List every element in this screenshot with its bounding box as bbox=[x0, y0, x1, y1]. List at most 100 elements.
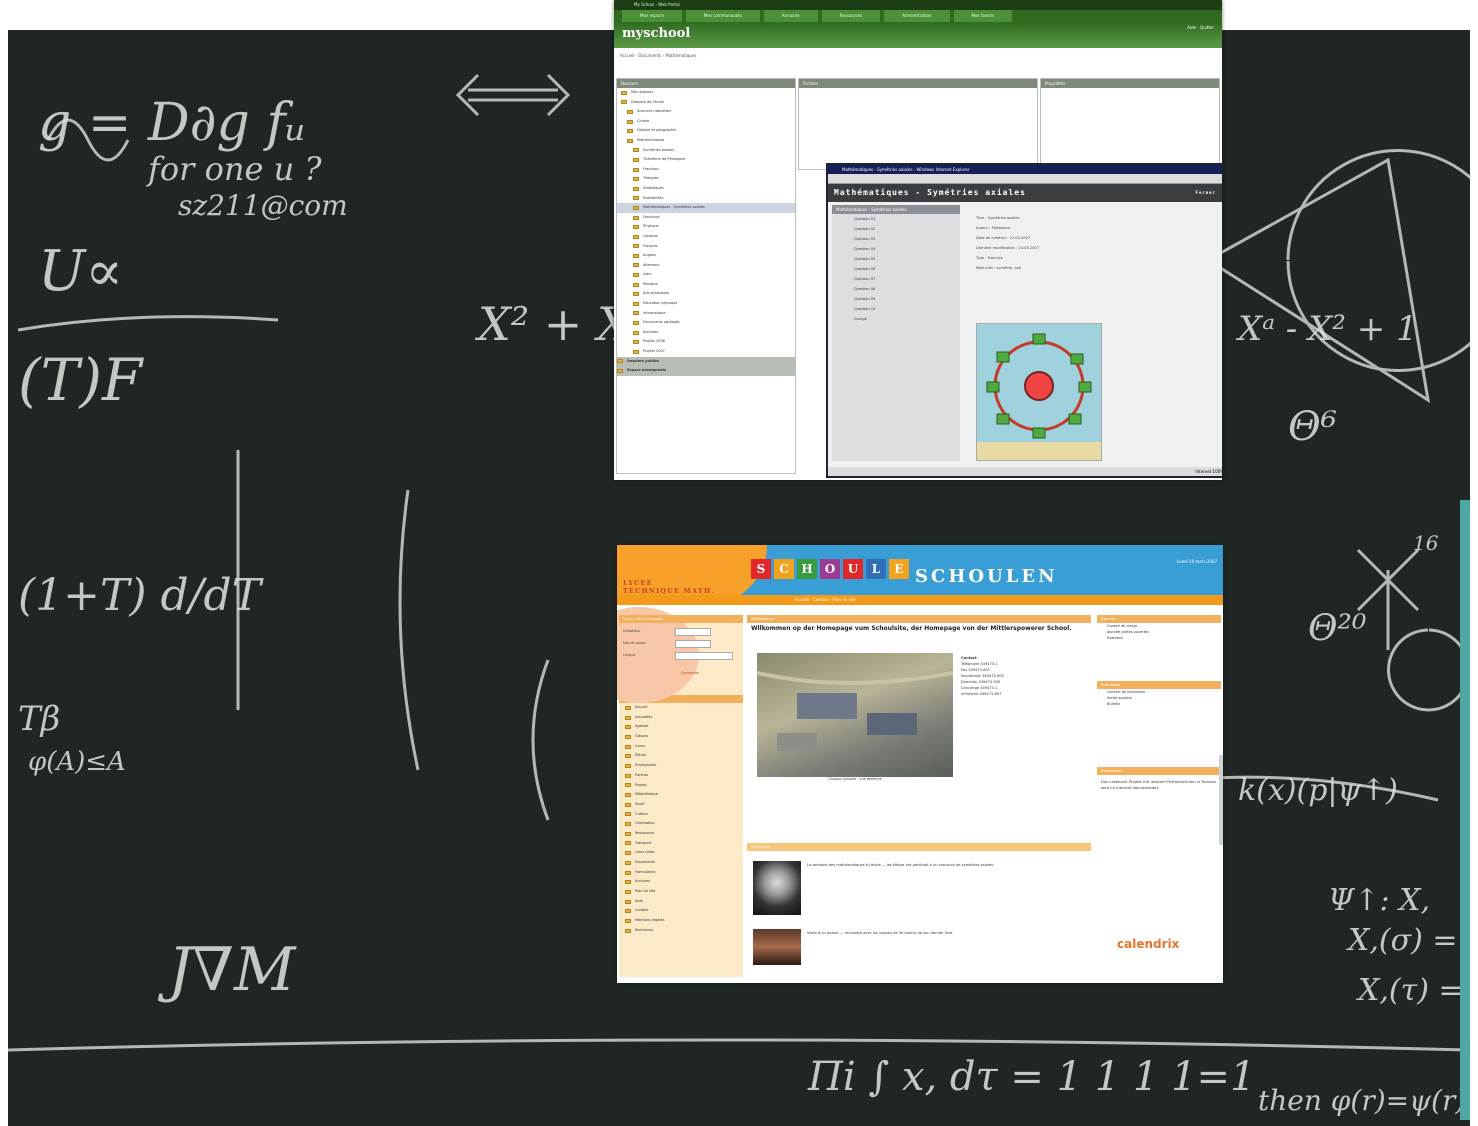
tree-item[interactable]: Français bbox=[617, 242, 795, 252]
tree-item[interactable]: Musique bbox=[617, 280, 795, 290]
tree-item[interactable]: Langues bbox=[617, 232, 795, 242]
user-links[interactable]: Aide · Quitter bbox=[1187, 25, 1214, 30]
chalk-paren bbox=[531, 659, 550, 821]
tree-item[interactable]: Informatique bbox=[617, 309, 795, 319]
tree-item[interactable]: Théorème de Pythagore bbox=[617, 155, 795, 165]
nav-item-label: Aide bbox=[635, 898, 643, 903]
nav-item[interactable]: Archives bbox=[619, 877, 743, 887]
tree-item[interactable]: Allemand bbox=[617, 261, 795, 271]
tree-item[interactable]: Dossiers de l'école bbox=[617, 98, 795, 108]
nav-item[interactable]: Agenda bbox=[619, 722, 743, 732]
nav-item[interactable]: Orientation bbox=[619, 819, 743, 829]
popup-close-button[interactable]: Fermer bbox=[1196, 184, 1222, 202]
nav-item[interactable]: Mentions légales bbox=[619, 916, 743, 926]
list-header: Mathématiques - Symétries axiales bbox=[832, 205, 960, 214]
tree-item[interactable]: Physique bbox=[617, 222, 795, 232]
tree-item[interactable]: Mathématiques - Symétries axiales bbox=[617, 203, 795, 213]
tree-item[interactable]: Mes dossiers bbox=[617, 88, 795, 98]
nav-item[interactable]: Cours bbox=[619, 742, 743, 752]
tree-item-label: Éducation physique bbox=[643, 301, 678, 306]
question-item[interactable]: Question 01 bbox=[832, 214, 960, 224]
nav-item[interactable]: Formulaires bbox=[619, 868, 743, 878]
scrollbar[interactable] bbox=[1219, 755, 1223, 845]
question-item[interactable]: Question 05 bbox=[832, 254, 960, 264]
tree-item[interactable]: Arts plastiques bbox=[617, 289, 795, 299]
tree-item[interactable]: Statistiques bbox=[617, 184, 795, 194]
news-item[interactable]: Visite d'un auteur — rencontre avec les … bbox=[807, 931, 1087, 937]
tree-item[interactable]: Projets 2007 bbox=[617, 347, 795, 357]
tree-group[interactable]: Dossiers publics bbox=[617, 356, 795, 367]
myschool-logo[interactable]: myschool bbox=[622, 26, 690, 41]
tree-item[interactable]: Anglais bbox=[617, 251, 795, 261]
address-bar[interactable] bbox=[828, 174, 1222, 184]
question-item[interactable]: Question 07 bbox=[832, 274, 960, 284]
nav-item[interactable]: Contact bbox=[619, 906, 743, 916]
question-item[interactable]: Question 02 bbox=[832, 224, 960, 234]
nav-item[interactable]: Restaurant bbox=[619, 829, 743, 839]
tree-item[interactable]: Triangles bbox=[617, 174, 795, 184]
nav-item[interactable]: Classes bbox=[619, 732, 743, 742]
formula: k(x)(p|ψ↑) bbox=[1238, 773, 1398, 808]
nav-item[interactable]: Transport bbox=[619, 839, 743, 849]
nav-item[interactable]: Recherche bbox=[619, 926, 743, 936]
nav-item[interactable]: Accueil bbox=[619, 703, 743, 713]
nav-item[interactable]: Élèves bbox=[619, 751, 743, 761]
tree-item[interactable]: Chimie bbox=[617, 117, 795, 127]
news-portrait bbox=[753, 861, 801, 915]
nav-item[interactable]: Aide bbox=[619, 897, 743, 907]
agenda-item[interactable]: Examens bbox=[1097, 635, 1221, 641]
tab[interactable]: Mon espace bbox=[622, 10, 682, 22]
tree-item[interactable]: Éducation physique bbox=[617, 299, 795, 309]
nav-item[interactable]: Sport bbox=[619, 800, 743, 810]
tree-item[interactable]: Sciences naturelles bbox=[617, 107, 795, 117]
password-input[interactable] bbox=[675, 640, 711, 648]
tab[interactable]: Annuaire bbox=[763, 10, 818, 22]
tree-item[interactable]: Probabilités bbox=[617, 194, 795, 204]
letter-block: C bbox=[774, 559, 794, 579]
question-item[interactable]: Question 09 bbox=[832, 294, 960, 304]
nav-item[interactable]: Parents bbox=[619, 771, 743, 781]
question-item[interactable]: Question 03 bbox=[832, 234, 960, 244]
tree-item[interactable]: Projets 2006 bbox=[617, 337, 795, 347]
language-select[interactable] bbox=[675, 652, 733, 660]
question-item[interactable]: Corrigé bbox=[832, 314, 960, 324]
tab[interactable]: Mes communautés bbox=[685, 10, 760, 22]
tab[interactable]: Administration bbox=[884, 10, 950, 22]
folder-icon bbox=[625, 860, 631, 865]
tree-group[interactable]: Espace enseignants bbox=[617, 366, 795, 376]
question-item[interactable]: Question 10 bbox=[832, 304, 960, 314]
calendrix-logo[interactable]: calendrix bbox=[1117, 937, 1179, 951]
tree-item[interactable]: Documents partagés bbox=[617, 318, 795, 328]
tab[interactable]: Mes favoris bbox=[953, 10, 1013, 22]
nav-item[interactable]: Actualités bbox=[619, 713, 743, 723]
question-item[interactable]: Question 04 bbox=[832, 244, 960, 254]
nav-item[interactable]: Enseignants bbox=[619, 761, 743, 771]
rubric-item[interactable]: Bulletin bbox=[1097, 701, 1221, 707]
letter-block: O bbox=[820, 559, 840, 579]
site-navigation: Accueil Actualités Agenda Classes Cours Élève… bbox=[619, 703, 743, 936]
tree-item[interactable]: Latin bbox=[617, 270, 795, 280]
tree-item[interactable]: Symétries axiales bbox=[617, 146, 795, 156]
formula: Tβ bbox=[18, 699, 60, 739]
top-nav-links[interactable]: Accueil · Contact · Plan du site bbox=[795, 597, 856, 602]
nav-item[interactable]: Liens utiles bbox=[619, 848, 743, 858]
tab[interactable]: Ressources bbox=[821, 10, 881, 22]
tree-item[interactable]: Fonctions bbox=[617, 213, 795, 223]
tree-item[interactable]: Mathématiques bbox=[617, 136, 795, 146]
login-button[interactable]: Connexion bbox=[681, 671, 699, 675]
news-item[interactable]: La semaine des mathématiques à l'école —… bbox=[807, 863, 1087, 869]
tree-item[interactable]: Archives bbox=[617, 328, 795, 338]
question-item[interactable]: Question 06 bbox=[832, 264, 960, 274]
nav-item[interactable]: Projets bbox=[619, 781, 743, 791]
nav-item[interactable]: Médiathèque bbox=[619, 790, 743, 800]
right-box-title: Agenda bbox=[1097, 615, 1221, 623]
tree-item[interactable]: Histoire et géographie bbox=[617, 126, 795, 136]
contact-lines: Téléphone 349473-1 Fax 349473-801 Secrétar… bbox=[961, 661, 1087, 697]
question-item[interactable]: Question 08 bbox=[832, 284, 960, 294]
breadcrumb[interactable]: Accueil › Documents › Mathématiques bbox=[614, 48, 1222, 72]
nav-item[interactable]: Plan du site bbox=[619, 887, 743, 897]
user-input[interactable] bbox=[675, 628, 711, 636]
nav-item[interactable]: Documents bbox=[619, 858, 743, 868]
nav-item[interactable]: Culture bbox=[619, 810, 743, 820]
tree-item[interactable]: Fractions bbox=[617, 165, 795, 175]
